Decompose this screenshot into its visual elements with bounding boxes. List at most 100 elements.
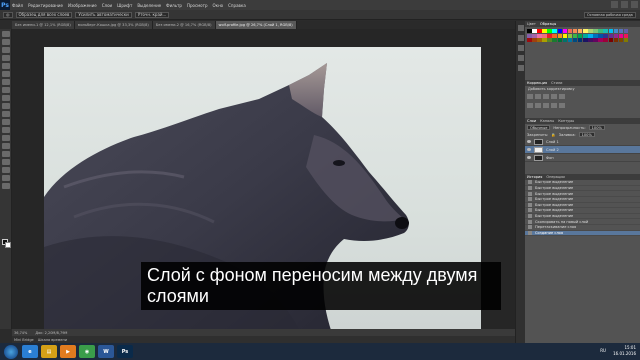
color-swatch[interactable] [613,29,619,33]
menu-window[interactable]: Окно [213,3,224,8]
color-swatch[interactable] [608,33,613,38]
color-swatch[interactable] [583,33,588,38]
tab-styles[interactable]: Стили [551,81,562,85]
color-swatch[interactable] [623,29,629,33]
start-button[interactable] [4,344,18,359]
ie-icon[interactable]: e [22,345,38,358]
opacity-field[interactable]: 100% [588,125,605,131]
color-swatch[interactable] [603,29,608,33]
color-swatch[interactable] [527,33,532,38]
word-icon[interactable]: W [98,345,114,358]
crop-tool-icon[interactable] [1,63,10,69]
media-icon[interactable]: ▶ [60,345,76,358]
background-color-swatch[interactable] [5,242,11,248]
shape-tool-icon[interactable] [1,167,10,173]
close-button[interactable] [631,1,638,8]
color-swatch[interactable] [598,33,603,38]
color-swatch[interactable] [537,38,542,43]
color-swatch[interactable] [532,29,537,33]
tab-document-active[interactable]: wolf-profile.jpg @ 26,7% (Слой 1, RGB/8) [215,21,297,29]
color-swatch[interactable] [547,29,552,33]
color-swatch[interactable] [588,33,593,38]
curves-adjust-icon[interactable] [543,94,549,100]
healing-brush-tool-icon[interactable] [1,79,10,85]
tab-document-2[interactable]: мольберт-Кошка.jpg @ 33,3% (RGB/8) [74,21,153,29]
clone-stamp-tool-icon[interactable] [1,95,10,101]
zoom-readout[interactable]: 36,74% [14,331,27,335]
color-swatch[interactable] [572,29,578,33]
properties-panel-icon[interactable] [517,35,524,41]
visibility-eye-icon[interactable] [527,140,531,144]
language-indicator[interactable]: RU [600,348,606,353]
color-swatch[interactable] [618,33,624,38]
color-swatch[interactable] [542,29,547,33]
color-swatch[interactable] [552,29,557,33]
pen-tool-icon[interactable] [1,143,10,149]
color-swatch[interactable] [552,33,557,38]
eyedropper-tool-icon[interactable] [1,71,10,77]
path-selection-tool-icon[interactable] [1,159,10,165]
minimize-button[interactable] [611,1,618,8]
black-white-adjust-icon[interactable] [543,103,549,109]
color-swatch[interactable] [557,33,563,38]
color-swatch[interactable] [603,33,608,38]
tab-swatches[interactable]: Образцы [540,22,556,26]
color-swatch[interactable] [603,38,608,43]
color-swatch[interactable] [557,38,563,43]
color-swatch[interactable] [547,33,552,38]
photo-filter-adjust-icon[interactable] [551,103,557,109]
blend-mode-select[interactable]: Обычные [527,125,551,131]
tab-color[interactable]: Цвет [527,22,536,26]
tab-history[interactable]: История [527,175,542,179]
brush-panel-icon[interactable] [517,45,524,51]
history-panel-icon[interactable] [517,25,524,31]
tab-channels[interactable]: Каналы [540,119,554,123]
color-swatch[interactable] [527,38,532,43]
dodge-tool-icon[interactable] [1,135,10,141]
tab-paths[interactable]: Контуры [558,119,574,123]
tab-mini-bridge[interactable]: Mini Bridge [14,338,34,342]
color-swatch[interactable] [598,38,603,43]
layer-row-selected[interactable]: Слой 2 [525,146,640,155]
tab-layers[interactable]: Слои [527,119,536,123]
menu-type[interactable]: Шрифт [117,3,132,8]
tab-actions[interactable]: Операции [546,175,565,179]
color-swatch[interactable] [547,38,552,43]
color-swatch[interactable] [608,38,613,43]
color-balance-adjust-icon[interactable] [535,103,541,109]
color-swatch[interactable] [562,33,568,38]
color-swatch[interactable] [588,29,593,33]
menu-layers[interactable]: Слои [102,3,112,8]
layer-row[interactable]: Слой 1 [525,138,640,147]
tab-adjustments[interactable]: Коррекция [527,81,547,85]
color-swatch[interactable] [537,33,542,38]
chrome-icon[interactable]: ◉ [79,345,95,358]
color-swatch[interactable] [562,38,568,43]
color-swatch[interactable] [593,38,598,43]
color-swatch[interactable] [598,29,603,33]
color-swatch[interactable] [593,33,598,38]
menu-filter[interactable]: Фильтр [166,3,182,8]
channel-mixer-adjust-icon[interactable] [559,103,565,109]
color-swatch[interactable] [567,29,573,33]
paragraph-panel-icon[interactable] [517,65,524,71]
color-swatch[interactable] [618,38,624,43]
layer-row[interactable]: Фон [525,154,640,163]
eraser-tool-icon[interactable] [1,111,10,117]
color-swatch[interactable] [557,29,563,33]
workspace-select[interactable]: Основная рабочая среда [584,12,636,18]
color-swatch[interactable] [532,38,537,43]
brightness-adjust-icon[interactable] [527,94,533,100]
gradient-tool-icon[interactable] [1,119,10,125]
blur-tool-icon[interactable] [1,127,10,133]
zoom-tool-icon[interactable] [1,183,10,189]
color-swatch[interactable] [618,29,624,33]
vibrance-adjust-icon[interactable] [559,94,565,100]
move-tool-icon[interactable] [1,31,10,37]
color-swatch[interactable] [623,33,629,38]
visibility-eye-icon[interactable] [527,148,531,152]
maximize-button[interactable] [621,1,628,8]
color-swatch[interactable] [572,33,578,38]
color-swatch[interactable] [567,33,573,38]
color-swatch[interactable] [552,38,557,43]
